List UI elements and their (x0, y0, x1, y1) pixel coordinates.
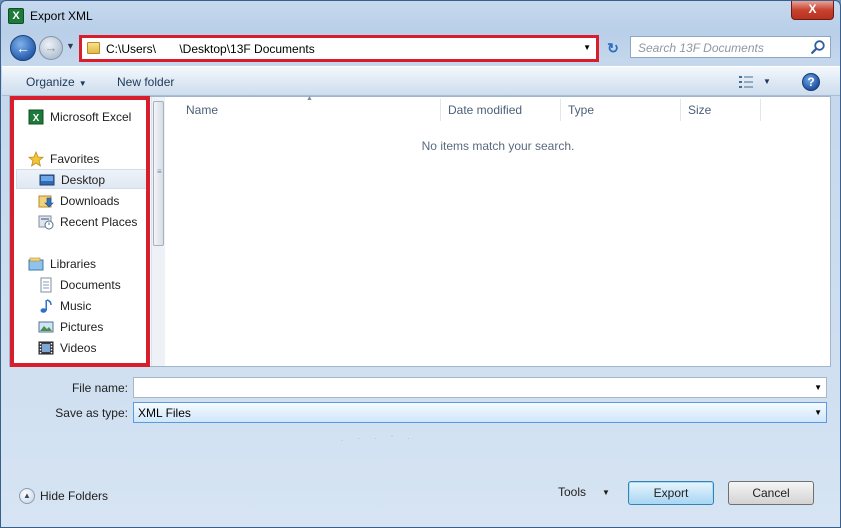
empty-message: No items match your search. (421, 139, 575, 153)
column-header-date-modified[interactable]: Date modified (440, 97, 560, 122)
faint-artifact: . · · ' · (341, 434, 416, 443)
chevron-down-icon[interactable]: ▼ (814, 383, 822, 392)
sidebar-item-label: Libraries (50, 257, 97, 271)
pictures-icon (38, 321, 54, 333)
view-dropdown-icon[interactable]: ▼ (763, 77, 771, 86)
refresh-icon[interactable]: ↻ (603, 38, 623, 58)
export-xml-dialog: X Export XML X ← → ▼ C:\Users\ \Desktop\… (0, 0, 841, 528)
recent-places-icon (38, 215, 54, 230)
music-icon (40, 299, 52, 313)
browser-content: X Microsoft Excel Favorites Desktop Down… (9, 95, 831, 367)
column-header-name[interactable]: Name (178, 97, 440, 122)
sidebar-item-documents[interactable]: Documents (38, 275, 148, 295)
chevron-down-icon[interactable]: ▼ (814, 408, 822, 417)
svg-text:X: X (33, 113, 40, 124)
forward-button[interactable]: → (39, 36, 63, 60)
sidebar-item-label: Favorites (50, 152, 100, 166)
sidebar-item-label: Documents (60, 278, 121, 292)
back-button[interactable]: ← (10, 35, 36, 61)
sidebar-item-label: Desktop (61, 173, 106, 187)
sidebar-item-pictures[interactable]: Pictures (38, 317, 148, 337)
search-icon[interactable] (810, 39, 826, 55)
chevron-down-icon: ▼ (78, 79, 87, 88)
help-icon[interactable]: ? (802, 73, 820, 91)
search-input[interactable]: Search 13F Documents (630, 36, 831, 58)
file-name-input[interactable]: ▼ (133, 377, 827, 398)
file-name-label: File name: (71, 381, 128, 395)
address-dropdown-icon[interactable]: ▼ (583, 43, 591, 52)
scrollbar-thumb[interactable]: ≡ (153, 101, 164, 246)
hide-folders-label: Hide Folders (40, 489, 109, 503)
grip-icon: ≡ (157, 167, 162, 176)
sidebar-item-microsoft-excel[interactable]: X Microsoft Excel (28, 107, 148, 127)
close-button[interactable]: X (791, 1, 834, 20)
column-divider[interactable] (760, 99, 761, 121)
videos-icon (38, 341, 54, 355)
title-bar: X Export XML X (1, 1, 840, 31)
sidebar-item-label: Recent Places (60, 215, 138, 229)
history-dropdown-icon[interactable]: ▼ (66, 41, 75, 51)
excel-icon: X (8, 8, 24, 24)
sidebar-item-downloads[interactable]: Downloads (38, 191, 148, 211)
sidebar-item-desktop[interactable]: Desktop (16, 169, 150, 189)
downloads-icon (38, 195, 54, 208)
sidebar-item-label: Downloads (60, 194, 120, 208)
column-header-label: Type (568, 103, 595, 117)
column-header-type[interactable]: Type (560, 97, 680, 122)
star-icon (28, 151, 44, 167)
navigation-scrollbar[interactable]: ≡ (151, 97, 165, 366)
save-type-select[interactable]: XML Files ▼ (133, 402, 827, 423)
sidebar-item-label: Videos (60, 341, 97, 355)
organize-button[interactable]: Organize ▼ (26, 75, 87, 89)
file-list: ▲ Name Date modified Type Size No items … (166, 95, 830, 366)
sidebar-item-label: Microsoft Excel (50, 110, 132, 124)
folder-icon (87, 42, 100, 54)
sidebar-item-libraries[interactable]: Libraries (28, 254, 148, 274)
chevron-up-icon: ▲ (19, 488, 35, 504)
tools-dropdown-icon[interactable]: ▼ (602, 488, 610, 497)
desktop-icon (39, 174, 55, 186)
address-bar[interactable]: C:\Users\ \Desktop\13F Documents ▼ (79, 35, 599, 62)
search-placeholder: Search 13F Documents (638, 41, 764, 55)
libraries-icon (28, 257, 44, 271)
sidebar-item-music[interactable]: Music (38, 296, 148, 316)
sidebar-item-label: Pictures (60, 320, 104, 334)
view-options-icon[interactable] (739, 76, 753, 88)
organize-label: Organize (26, 75, 75, 89)
column-header-label: Size (688, 103, 712, 117)
export-button[interactable]: Export (628, 481, 714, 505)
cancel-button[interactable]: Cancel (728, 481, 814, 505)
sidebar-item-recent-places[interactable]: Recent Places (38, 212, 148, 232)
documents-icon (40, 277, 52, 293)
tools-button[interactable]: Tools (558, 485, 586, 499)
column-header-size[interactable]: Size (680, 97, 760, 122)
save-type-value: XML Files (138, 406, 191, 420)
column-header-label: Date modified (448, 103, 523, 117)
command-toolbar: Organize ▼ New folder ▼ ? (2, 66, 840, 96)
window-title: Export XML (30, 9, 93, 23)
address-path[interactable]: C:\Users\ \Desktop\13F Documents (106, 42, 315, 56)
new-folder-button[interactable]: New folder (117, 75, 174, 89)
sidebar-item-videos[interactable]: Videos (38, 338, 148, 358)
save-type-label: Save as type: (55, 406, 128, 420)
excel-icon: X (28, 109, 44, 125)
column-header-label: Name (186, 103, 219, 117)
sidebar-item-label: Music (60, 299, 92, 313)
sidebar-item-favorites[interactable]: Favorites (28, 149, 148, 169)
navigation-pane: X Microsoft Excel Favorites Desktop Down… (10, 96, 165, 367)
